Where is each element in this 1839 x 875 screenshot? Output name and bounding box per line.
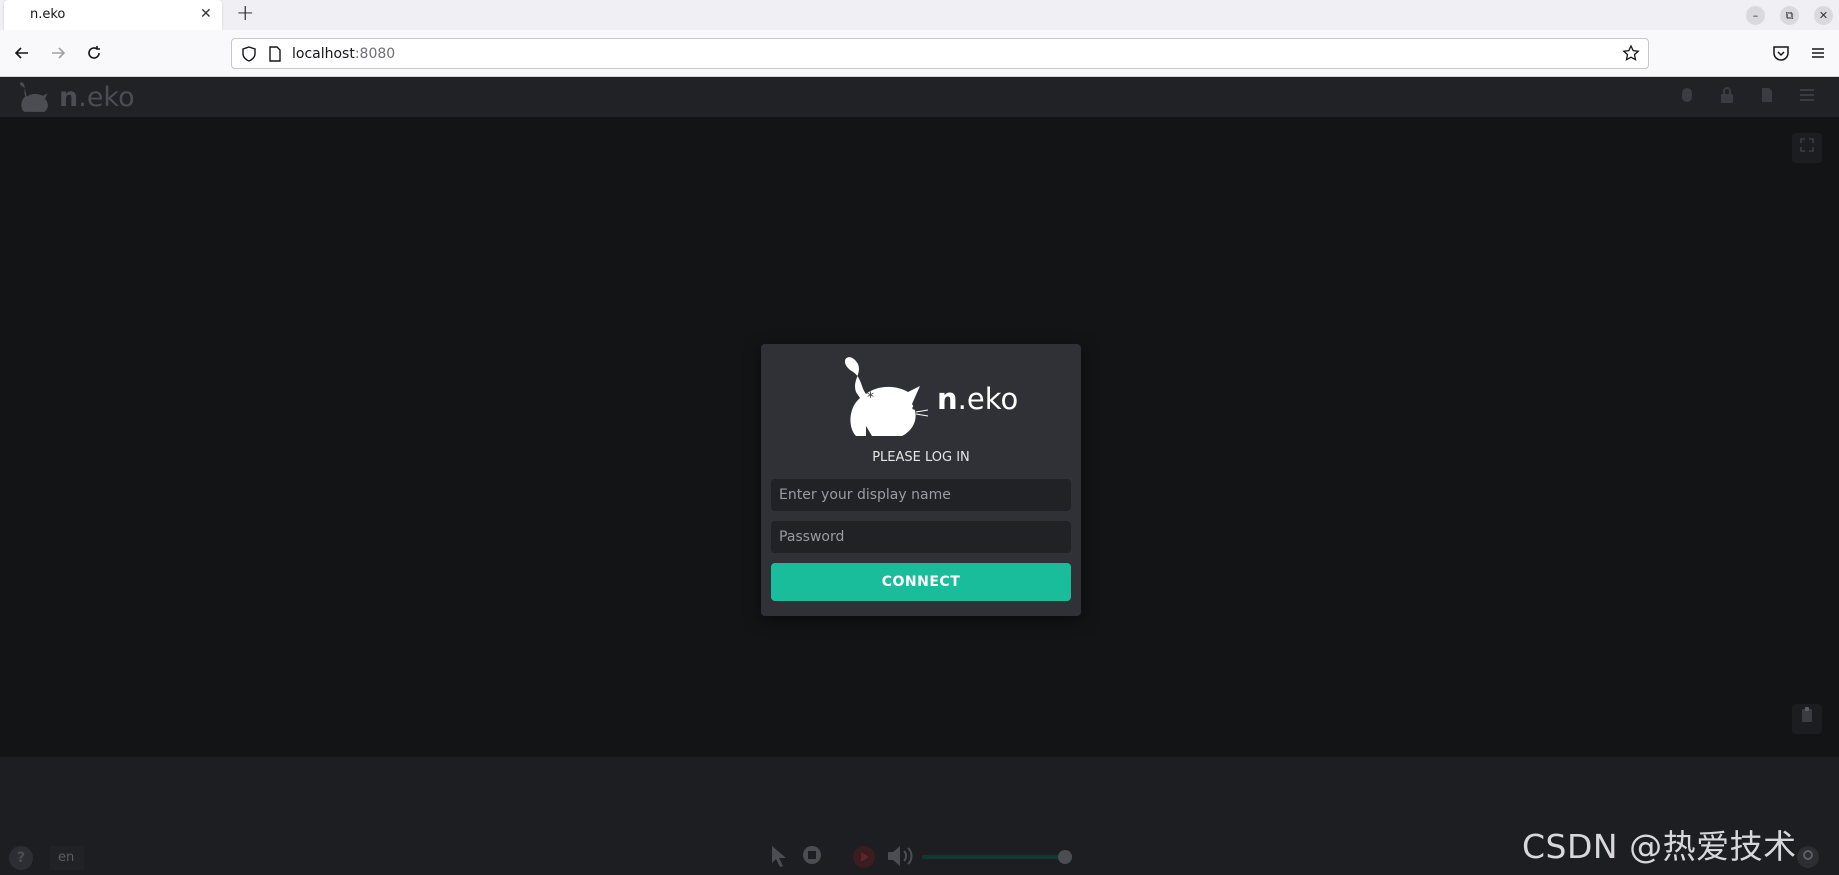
- cat-logo-icon: [16, 81, 52, 117]
- menu-icon[interactable]: [1798, 87, 1816, 107]
- shield-icon[interactable]: [241, 46, 257, 66]
- minimize-button[interactable]: –: [1746, 6, 1765, 25]
- connect-button[interactable]: CONNECT: [771, 563, 1071, 601]
- watermark-text: CSDN @热爱技术。: [1522, 827, 1831, 866]
- app-header: n.eko: [0, 77, 1839, 117]
- login-logo-rest: .eko: [957, 382, 1019, 416]
- language-select[interactable]: en: [50, 846, 84, 870]
- logo-rest: .eko: [78, 82, 135, 113]
- browser-nav-bar: localhost:8080: [0, 30, 1839, 77]
- url-bar[interactable]: localhost:8080: [231, 38, 1649, 69]
- lock-icon[interactable]: [1718, 87, 1736, 107]
- new-tab-button[interactable]: +: [236, 2, 254, 26]
- page-info-icon[interactable]: [268, 46, 282, 66]
- login-logo-text: n.eko: [937, 382, 1018, 416]
- svg-text:*: *: [867, 390, 874, 406]
- volume-slider-knob[interactable]: [1058, 850, 1072, 864]
- cursor-icon[interactable]: [770, 845, 788, 872]
- login-modal: * n.eko PLEASE LOG IN CONNECT: [761, 344, 1081, 616]
- help-button[interactable]: ?: [9, 846, 33, 870]
- file-icon[interactable]: [1758, 87, 1776, 107]
- url-text[interactable]: localhost:8080: [292, 46, 395, 62]
- browser-tab-bar: n.eko ✕ + – ⧉ ✕: [0, 0, 1839, 30]
- browser-tab[interactable]: n.eko ✕: [4, 0, 222, 30]
- display-name-input[interactable]: [771, 479, 1071, 511]
- mouse-icon[interactable]: [1678, 87, 1696, 107]
- close-window-button[interactable]: ✕: [1814, 6, 1833, 25]
- login-logo-bold: n: [937, 382, 958, 416]
- forward-arrow-icon[interactable]: [48, 44, 68, 64]
- browser-menu-icon[interactable]: [1808, 44, 1828, 64]
- reload-icon[interactable]: [84, 44, 104, 64]
- url-port: :8080: [354, 46, 396, 62]
- tab-title: n.eko: [30, 7, 66, 22]
- back-arrow-icon[interactable]: [12, 44, 32, 64]
- login-heading: PLEASE LOG IN: [872, 450, 970, 465]
- header-logo-text: n.eko: [59, 82, 135, 113]
- restore-button[interactable]: ⧉: [1780, 6, 1799, 25]
- tab-close-icon[interactable]: ✕: [200, 5, 212, 23]
- bookmark-star-icon[interactable]: [1622, 44, 1640, 66]
- settings-gear-icon[interactable]: [1797, 846, 1819, 868]
- clipboard-icon[interactable]: [1792, 704, 1822, 734]
- volume-slider-track[interactable]: [922, 855, 1060, 859]
- logo-bold: n: [59, 82, 79, 113]
- media-controls: [770, 843, 1072, 874]
- fullscreen-icon[interactable]: [1792, 133, 1822, 163]
- password-input[interactable]: [771, 521, 1071, 553]
- url-host: localhost: [292, 46, 355, 62]
- pocket-icon[interactable]: [1771, 44, 1791, 64]
- stop-icon[interactable]: [802, 845, 822, 870]
- volume-icon[interactable]: [886, 845, 916, 872]
- play-icon[interactable]: [852, 845, 876, 874]
- cat-logo-icon: *: [844, 357, 929, 436]
